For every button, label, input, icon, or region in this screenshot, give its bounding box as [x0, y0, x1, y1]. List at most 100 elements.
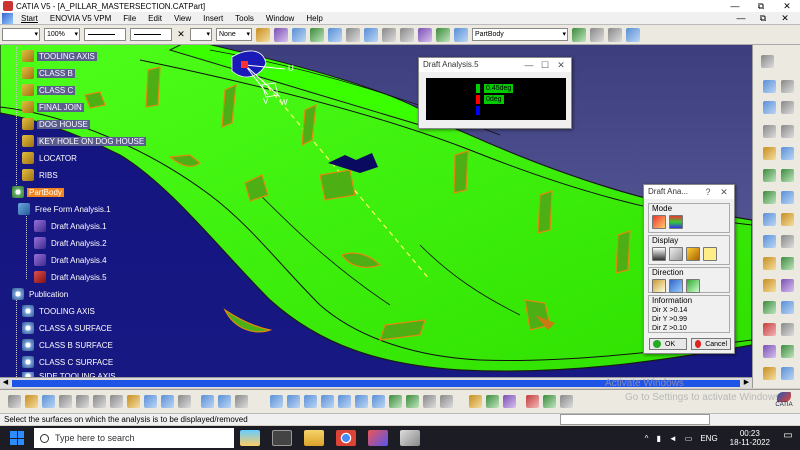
tree-item-class-c-surface[interactable]: CLASS C SURFACE [22, 355, 115, 369]
scroll-left-arrow[interactable]: ◀ [0, 378, 11, 388]
scroll-right-arrow[interactable]: ▶ [741, 378, 752, 388]
normal-view-icon[interactable] [372, 395, 385, 408]
zoom-combo[interactable]: 100% [44, 28, 80, 41]
windows-start-icon[interactable] [10, 431, 24, 445]
tree-item-class-a-surface[interactable]: CLASS A SURFACE [22, 321, 114, 335]
tree-item-class-c[interactable]: CLASS C [22, 83, 76, 97]
tree-item-locator[interactable]: LOCATOR [22, 151, 79, 165]
cycle-icon[interactable] [364, 27, 378, 42]
intersect-icon[interactable] [781, 257, 794, 270]
menu-help[interactable]: Help [300, 14, 328, 23]
clear-filter-icon[interactable]: ✕ [174, 29, 188, 40]
minimize-button[interactable]: — [722, 0, 748, 12]
taskbar-search[interactable]: Type here to search [34, 428, 234, 448]
hide-show-icon[interactable] [423, 395, 436, 408]
notification-icon[interactable]: ▭ [780, 430, 796, 446]
precision-icon[interactable] [400, 27, 414, 42]
point-style-combo[interactable] [190, 28, 212, 41]
task-view-icon[interactable] [272, 430, 292, 446]
tree-item-free-form-analysis[interactable]: Free Form Analysis.1 [18, 202, 113, 216]
menu-start[interactable]: Start [15, 14, 44, 23]
extrude-surface-icon[interactable] [763, 80, 776, 93]
whats-this-icon[interactable] [178, 395, 191, 408]
undo-icon[interactable] [144, 395, 157, 408]
fly-mode-icon[interactable] [270, 395, 283, 408]
new-icon[interactable] [8, 395, 21, 408]
menu-window[interactable]: Window [260, 14, 300, 23]
tree-item-draft-analysis-4[interactable]: Draft Analysis.4 [34, 253, 109, 267]
select-direction-icon[interactable] [686, 279, 700, 293]
curvature-icon[interactable] [763, 279, 776, 292]
layer-combo[interactable]: None [216, 28, 252, 41]
compass-direction-icon[interactable] [652, 279, 666, 293]
tree-item-class-b[interactable]: CLASS B [22, 66, 75, 80]
swap-space-icon[interactable] [440, 395, 453, 408]
split-icon[interactable] [763, 125, 776, 138]
legend-close-button[interactable]: ✕ [553, 58, 569, 72]
multi-view-icon[interactable] [346, 27, 360, 42]
surface-icon[interactable] [781, 345, 794, 358]
join-icon[interactable] [763, 147, 776, 160]
blend-icon[interactable] [781, 191, 794, 204]
color-combo[interactable] [2, 28, 40, 41]
dialog-help-button[interactable]: ? [700, 185, 716, 199]
boundary-icon[interactable] [781, 213, 794, 226]
sketch-icon[interactable] [469, 395, 482, 408]
paint-brush-icon[interactable] [256, 27, 270, 42]
plane-icon[interactable] [781, 125, 794, 138]
media-app-icon[interactable] [368, 430, 388, 446]
swap-icon[interactable] [590, 27, 604, 42]
material-icon[interactable] [274, 27, 288, 42]
document-restore-button[interactable]: ⧉ [752, 12, 774, 25]
lock-direction-icon[interactable] [669, 279, 683, 293]
measure-between-icon[interactable] [486, 395, 499, 408]
maximize-button[interactable]: ⧉ [748, 0, 774, 12]
catia-taskbar-icon[interactable] [400, 430, 420, 446]
body-icon[interactable] [454, 27, 468, 42]
axis-icon[interactable] [218, 395, 231, 408]
linetype-combo[interactable] [84, 28, 126, 41]
fillet-icon[interactable] [763, 169, 776, 182]
symmetry-icon[interactable] [781, 301, 794, 314]
zoom-in-icon[interactable] [338, 395, 351, 408]
fit-all-icon[interactable] [287, 395, 300, 408]
grid-icon[interactable] [436, 27, 450, 42]
menu-file[interactable]: File [117, 14, 142, 23]
open-icon[interactable] [25, 395, 38, 408]
menu-edit[interactable]: Edit [142, 14, 168, 23]
measure-icon[interactable] [608, 27, 622, 42]
revolve-surface-icon[interactable] [763, 101, 776, 114]
close-button[interactable]: ✕ [774, 0, 800, 12]
update-icon[interactable] [201, 395, 214, 408]
full-mode-icon[interactable] [669, 215, 683, 229]
3d-viewport[interactable]: U V W [0, 45, 752, 388]
analysis-icon[interactable] [626, 27, 640, 42]
color-scale[interactable]: 0.45deg 0deg [426, 78, 566, 120]
cut-icon[interactable] [93, 395, 106, 408]
flat-surface-icon[interactable] [328, 27, 342, 42]
filter-icon[interactable] [418, 27, 432, 42]
color-scale-icon[interactable] [652, 247, 666, 261]
quick-print-icon[interactable] [76, 395, 89, 408]
tray-overflow-icon[interactable]: ^ [645, 434, 649, 443]
point-icon[interactable] [781, 80, 794, 93]
part-geometry[interactable] [0, 45, 752, 388]
light-icon[interactable] [763, 345, 776, 358]
iso-view-icon[interactable] [389, 395, 402, 408]
measure-icon[interactable] [763, 323, 776, 336]
shading-icon[interactable] [406, 395, 419, 408]
document-close-button[interactable]: ✕ [774, 12, 796, 25]
tree-item-draft-analysis-1[interactable]: Draft Analysis.1 [34, 219, 109, 233]
ok-button[interactable]: OK [649, 338, 687, 350]
copy-icon[interactable] [110, 395, 123, 408]
cube-view-icon[interactable] [292, 27, 306, 42]
paste-icon[interactable] [127, 395, 140, 408]
weather-widget-icon[interactable] [240, 430, 260, 446]
measure-item-icon[interactable] [503, 395, 516, 408]
cancel-button[interactable]: Cancel [691, 338, 731, 350]
analysis-tool-icon[interactable] [543, 395, 556, 408]
tree-item-publication[interactable]: Publication [12, 287, 70, 301]
apply-material-icon[interactable] [763, 367, 776, 380]
battery-icon[interactable]: ▭ [685, 434, 693, 443]
tree-item-final-join[interactable]: FINAL JOIN [22, 100, 84, 114]
